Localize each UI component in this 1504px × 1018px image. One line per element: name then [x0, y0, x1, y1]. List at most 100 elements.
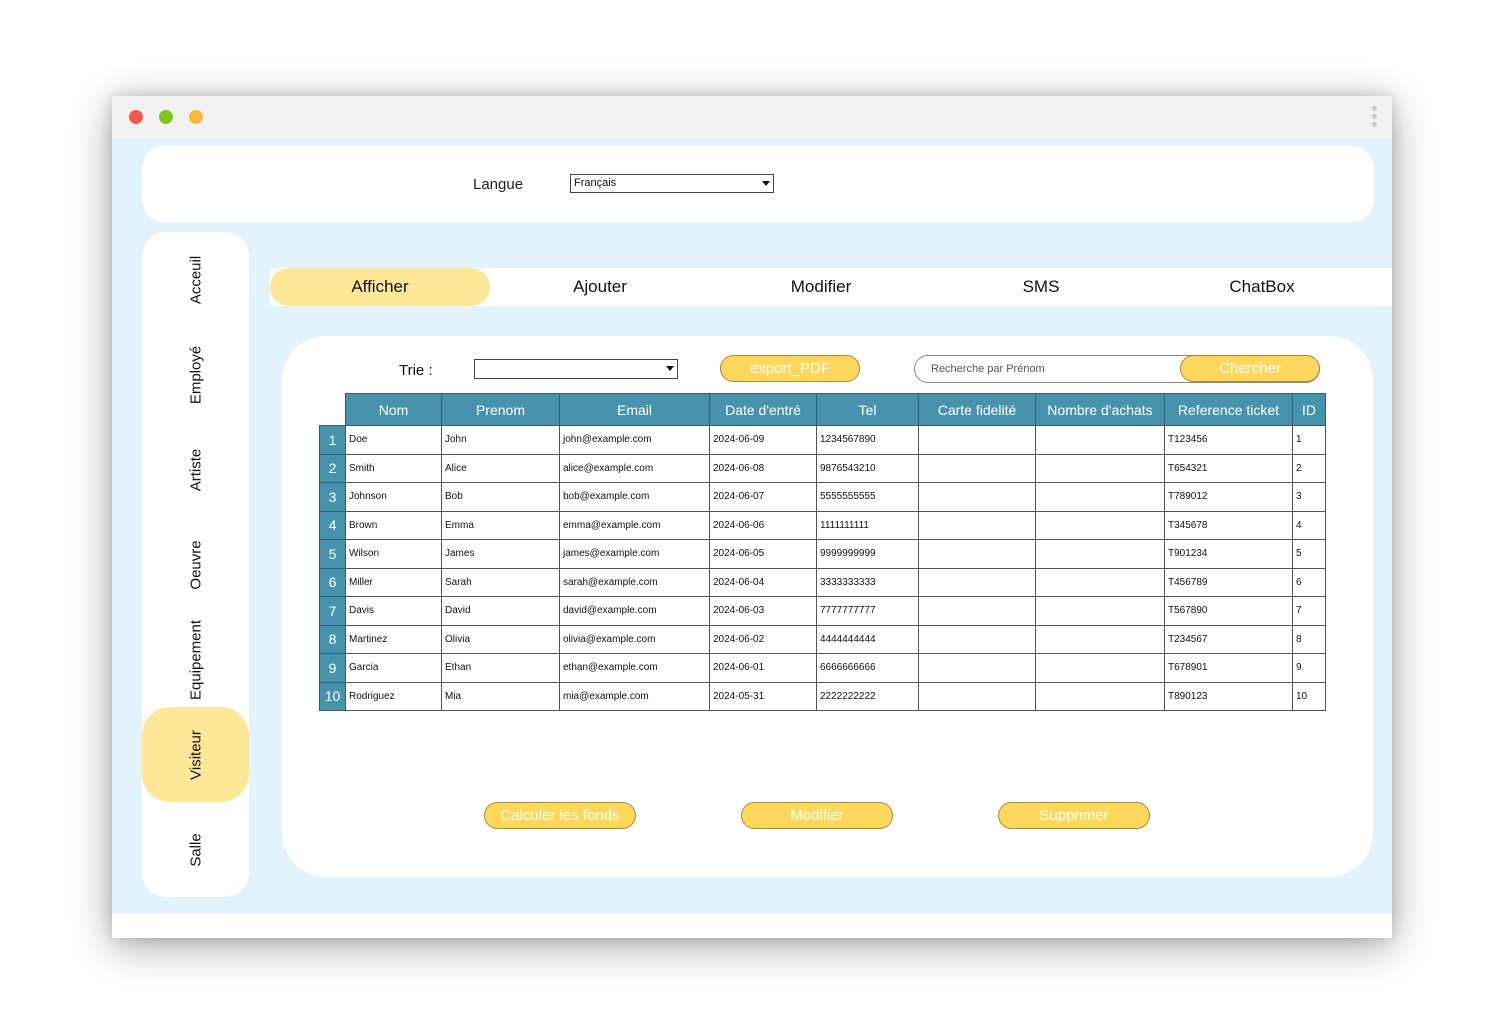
tab-chatbox[interactable]: ChatBox: [1152, 268, 1372, 306]
table-cell[interactable]: emma@example.com: [559, 510, 710, 540]
sidebar-item-acceuil[interactable]: Acceuil: [142, 232, 249, 327]
table-cell[interactable]: Bob: [441, 482, 560, 512]
table-cell[interactable]: [1035, 453, 1165, 483]
sidebar-item-employe[interactable]: Employé: [142, 327, 249, 422]
table-cell[interactable]: Martinez: [345, 624, 442, 654]
table-cell[interactable]: Garcia: [345, 653, 442, 683]
table-row[interactable]: 4 Brown Emma emma@example.com 2024-06-06 1111…: [319, 510, 1326, 540]
column-header[interactable]: Email: [559, 393, 710, 426]
sidebar-item-salle[interactable]: Salle: [142, 802, 249, 897]
table-cell[interactable]: John: [441, 425, 560, 455]
table-cell[interactable]: T345678: [1164, 510, 1293, 540]
table-cell[interactable]: 8: [1292, 624, 1326, 654]
column-header[interactable]: Carte fidelité: [918, 393, 1036, 426]
table-cell[interactable]: 7: [1292, 596, 1326, 626]
table-cell[interactable]: T678901: [1164, 653, 1293, 683]
close-window-icon[interactable]: [129, 110, 143, 124]
table-cell[interactable]: T234567: [1164, 624, 1293, 654]
table-row[interactable]: 6 Miller Sarah sarah@example.com 2024-06-04 3…: [319, 567, 1326, 597]
table-cell[interactable]: 2024-06-07: [709, 482, 817, 512]
table-cell[interactable]: Rodriguez: [345, 681, 442, 711]
table-row[interactable]: 1 Doe John john@example.com 2024-06-09 123456…: [319, 425, 1326, 455]
table-cell[interactable]: 9999999999: [816, 539, 919, 569]
language-select[interactable]: Français: [570, 174, 774, 193]
table-cell[interactable]: 9: [1292, 653, 1326, 683]
table-cell[interactable]: [918, 425, 1036, 455]
table-cell[interactable]: [1035, 653, 1165, 683]
table-cell[interactable]: T123456: [1164, 425, 1293, 455]
table-cell[interactable]: Johnson: [345, 482, 442, 512]
table-cell[interactable]: john@example.com: [559, 425, 710, 455]
table-cell[interactable]: olivia@example.com: [559, 624, 710, 654]
table-cell[interactable]: [1035, 510, 1165, 540]
table-cell[interactable]: [1035, 681, 1165, 711]
column-header[interactable]: Tel: [816, 393, 919, 426]
table-cell[interactable]: 1: [1292, 425, 1326, 455]
table-cell[interactable]: Wilson: [345, 539, 442, 569]
table-row[interactable]: 3 Johnson Bob bob@example.com 2024-06-07 5555…: [319, 482, 1326, 512]
table-cell[interactable]: [918, 624, 1036, 654]
column-header[interactable]: Nom: [345, 393, 442, 426]
table-cell[interactable]: T890123: [1164, 681, 1293, 711]
table-cell[interactable]: [1035, 624, 1165, 654]
table-cell[interactable]: 2024-06-01: [709, 653, 817, 683]
table-cell[interactable]: [918, 596, 1036, 626]
table-cell[interactable]: T567890: [1164, 596, 1293, 626]
column-header[interactable]: Reference ticket: [1164, 393, 1293, 426]
table-cell[interactable]: 2024-06-06: [709, 510, 817, 540]
table-cell[interactable]: [918, 482, 1036, 512]
maximize-window-icon[interactable]: [159, 110, 173, 124]
table-cell[interactable]: T456789: [1164, 567, 1293, 597]
table-cell[interactable]: 2024-06-04: [709, 567, 817, 597]
table-cell[interactable]: 1234567890: [816, 425, 919, 455]
table-cell[interactable]: 2: [1292, 453, 1326, 483]
table-cell[interactable]: 3: [1292, 482, 1326, 512]
table-cell[interactable]: Smith: [345, 453, 442, 483]
table-cell[interactable]: 2024-06-08: [709, 453, 817, 483]
table-cell[interactable]: Mia: [441, 681, 560, 711]
row-number[interactable]: 6: [319, 567, 346, 597]
table-cell[interactable]: Ethan: [441, 653, 560, 683]
table-cell[interactable]: Davis: [345, 596, 442, 626]
table-cell[interactable]: 3333333333: [816, 567, 919, 597]
table-cell[interactable]: 2024-05-31: [709, 681, 817, 711]
table-cell[interactable]: [918, 681, 1036, 711]
column-header[interactable]: Prenom: [441, 393, 560, 426]
table-cell[interactable]: [918, 567, 1036, 597]
table-cell[interactable]: Sarah: [441, 567, 560, 597]
table-cell[interactable]: [1035, 539, 1165, 569]
table-cell[interactable]: [918, 453, 1036, 483]
table-cell[interactable]: 6666666666: [816, 653, 919, 683]
table-cell[interactable]: Miller: [345, 567, 442, 597]
table-cell[interactable]: Brown: [345, 510, 442, 540]
table-cell[interactable]: 6: [1292, 567, 1326, 597]
sort-select[interactable]: [474, 359, 678, 379]
table-row[interactable]: 10 Rodriguez Mia mia@example.com 2024-05-31 2…: [319, 681, 1326, 711]
row-number[interactable]: 1: [319, 425, 346, 455]
row-number[interactable]: 4: [319, 510, 346, 540]
row-number[interactable]: 9: [319, 653, 346, 683]
table-cell[interactable]: 2222222222: [816, 681, 919, 711]
table-cell[interactable]: james@example.com: [559, 539, 710, 569]
row-number[interactable]: 7: [319, 596, 346, 626]
column-header[interactable]: Nombre d'achats: [1035, 393, 1165, 426]
sidebar-item-equipement[interactable]: Equipement: [142, 612, 249, 707]
table-cell[interactable]: mia@example.com: [559, 681, 710, 711]
column-header[interactable]: Date d'entré: [709, 393, 817, 426]
table-cell[interactable]: [1035, 596, 1165, 626]
table-cell[interactable]: [918, 653, 1036, 683]
table-row[interactable]: 9 Garcia Ethan ethan@example.com 2024-06-01 6…: [319, 653, 1326, 683]
table-cell[interactable]: [918, 539, 1036, 569]
table-cell[interactable]: 1111111111: [816, 510, 919, 540]
table-cell[interactable]: 5555555555: [816, 482, 919, 512]
table-cell[interactable]: 2024-06-05: [709, 539, 817, 569]
tab-afficher[interactable]: Afficher: [270, 268, 490, 306]
tab-sms[interactable]: SMS: [931, 268, 1151, 306]
table-cell[interactable]: James: [441, 539, 560, 569]
table-cell[interactable]: 2024-06-09: [709, 425, 817, 455]
export-pdf-button[interactable]: export_PDF: [720, 355, 860, 382]
table-cell[interactable]: 10: [1292, 681, 1326, 711]
search-input[interactable]: [931, 361, 1171, 377]
table-cell[interactable]: 5: [1292, 539, 1326, 569]
sidebar-item-artiste[interactable]: Artiste: [142, 422, 249, 517]
